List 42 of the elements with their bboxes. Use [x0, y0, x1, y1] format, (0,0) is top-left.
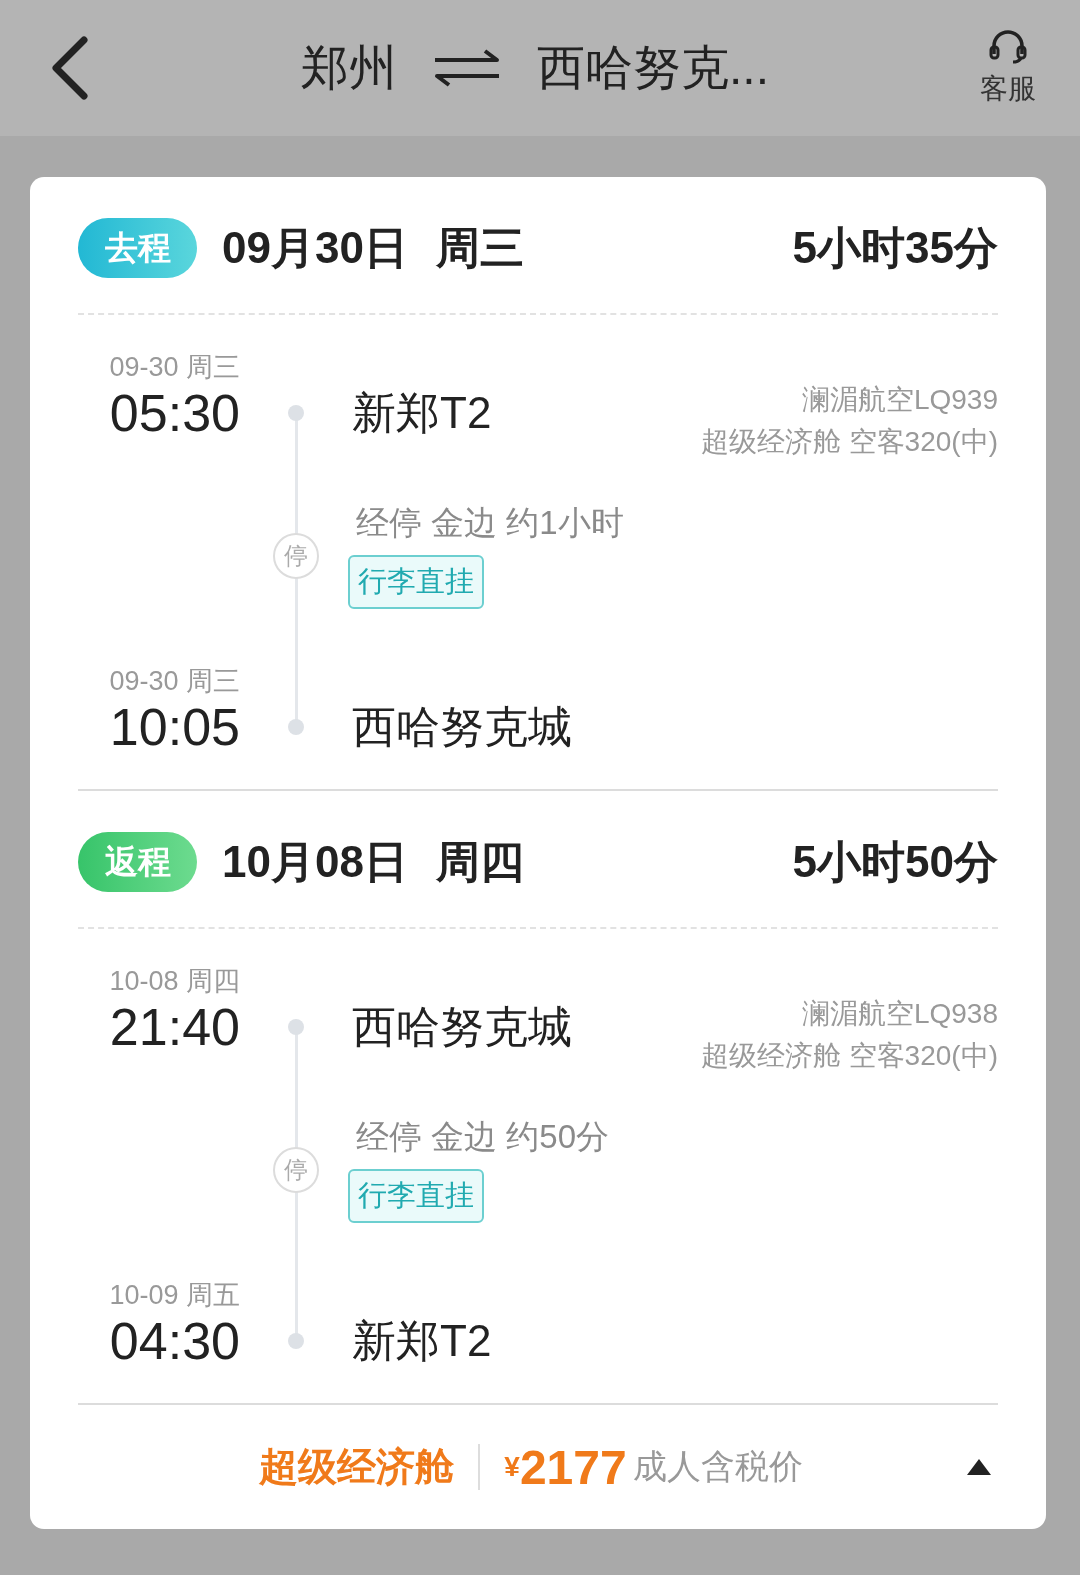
destination-city: 西哈努克... [537, 40, 769, 96]
customer-service-button[interactable]: 客服 [980, 28, 1036, 108]
cabin-aircraft: 超级经济舱 空客320(中) [700, 1039, 998, 1073]
departure-airport: 西哈努克城 [352, 1001, 572, 1053]
collapse-button[interactable] [966, 1458, 992, 1476]
currency-symbol: ¥ [504, 1451, 520, 1482]
cabin-class: 超级经济舱 [259, 1444, 455, 1490]
arrival-airport: 新郑T2 [352, 1315, 492, 1367]
flight-duration: 5小时35分 [792, 221, 998, 274]
arrival-time: 10:05 [109, 697, 240, 757]
swap-icon[interactable] [433, 48, 501, 88]
arrival-date: 10-09 周五 [109, 1279, 240, 1311]
departure-time: 21:40 [109, 997, 240, 1057]
price: 2177 [519, 1439, 627, 1495]
departure-airport: 新郑T2 [352, 387, 492, 439]
weekday: 周四 [435, 835, 524, 888]
arrival-airport: 西哈努克城 [352, 701, 572, 753]
weekday: 周三 [435, 221, 524, 274]
trip-badge: 去程 [78, 218, 197, 278]
departure-time: 05:30 [109, 383, 240, 443]
stop-marker: 停 [273, 533, 319, 579]
origin-city: 郑州 [301, 40, 397, 96]
baggage-tag: 行李直挂 [348, 1169, 484, 1223]
flight-duration: 5小时50分 [792, 835, 998, 888]
baggage-tag: 行李直挂 [348, 555, 484, 609]
stopover-info: 经停 金边 约1小时 [356, 503, 624, 543]
cabin-aircraft: 超级经济舱 空客320(中) [700, 425, 998, 459]
arrival-time: 04:30 [109, 1311, 240, 1371]
departure-date: 10-08 周四 [109, 965, 240, 997]
flight-date: 09月30日 [222, 221, 408, 274]
departure-date: 09-30 周三 [109, 351, 240, 383]
flight-number: 澜湄航空LQ938 [801, 997, 998, 1031]
price-note: 成人含税价 [632, 1446, 803, 1487]
trip-badge: 返程 [78, 832, 197, 892]
stop-marker: 停 [273, 1147, 319, 1193]
stopover-info: 经停 金边 约50分 [356, 1117, 610, 1157]
triangle-up-icon [966, 1458, 992, 1476]
arrival-date: 09-30 周三 [109, 665, 240, 697]
flight-date: 10月08日 [222, 835, 408, 888]
back-icon [50, 36, 90, 100]
flight-number: 澜湄航空LQ939 [801, 383, 998, 417]
headset-icon [988, 28, 1028, 64]
